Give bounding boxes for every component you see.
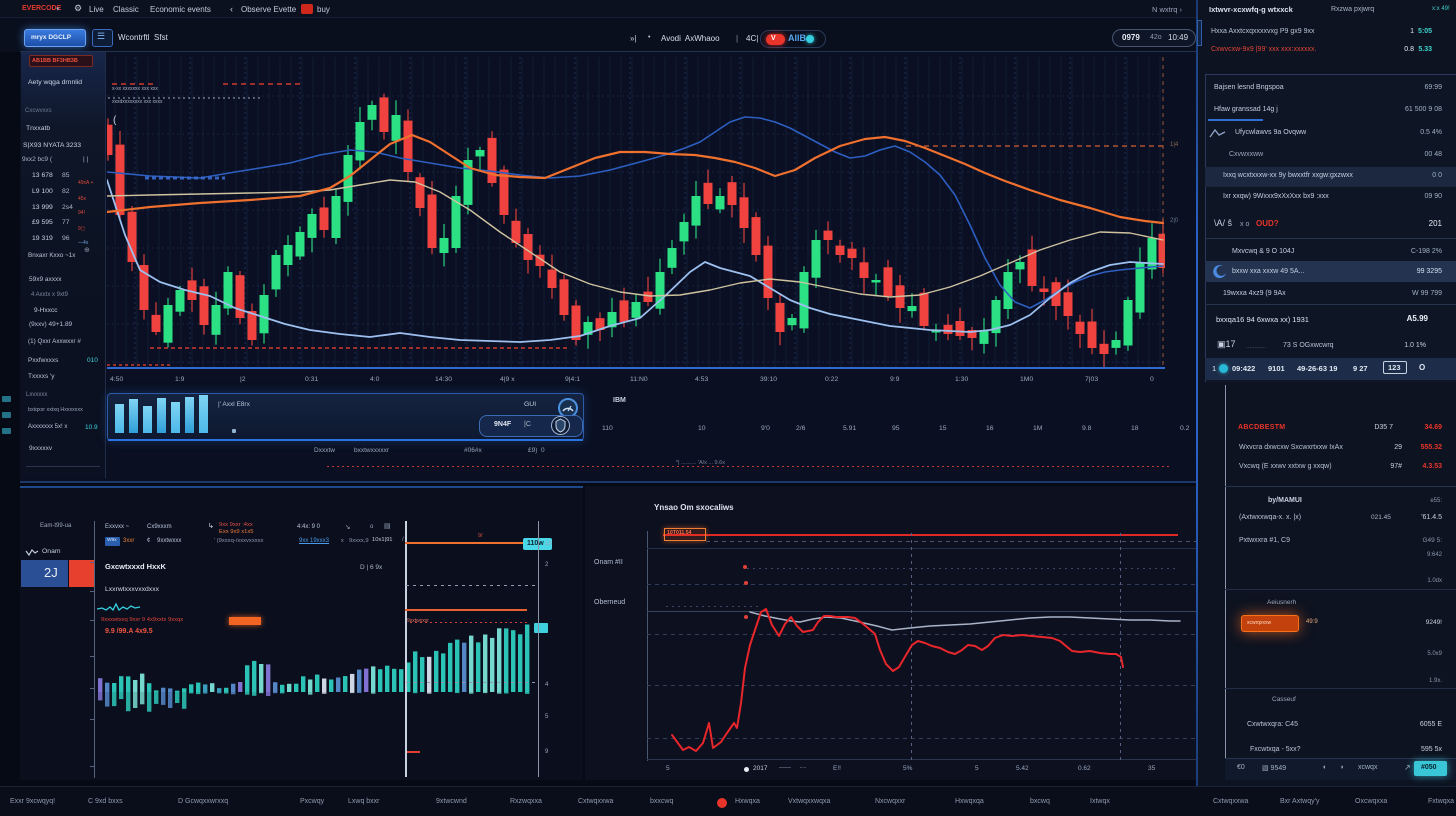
svg-text:x-xx xxxxxxx xxx xxx: x-xx xxxxxxx xxx xxx (112, 86, 158, 92)
svg-text:xxxdxxxxxxxx xxx xxxx: xxxdxxxxxxxx xxx xxxx (112, 99, 163, 105)
